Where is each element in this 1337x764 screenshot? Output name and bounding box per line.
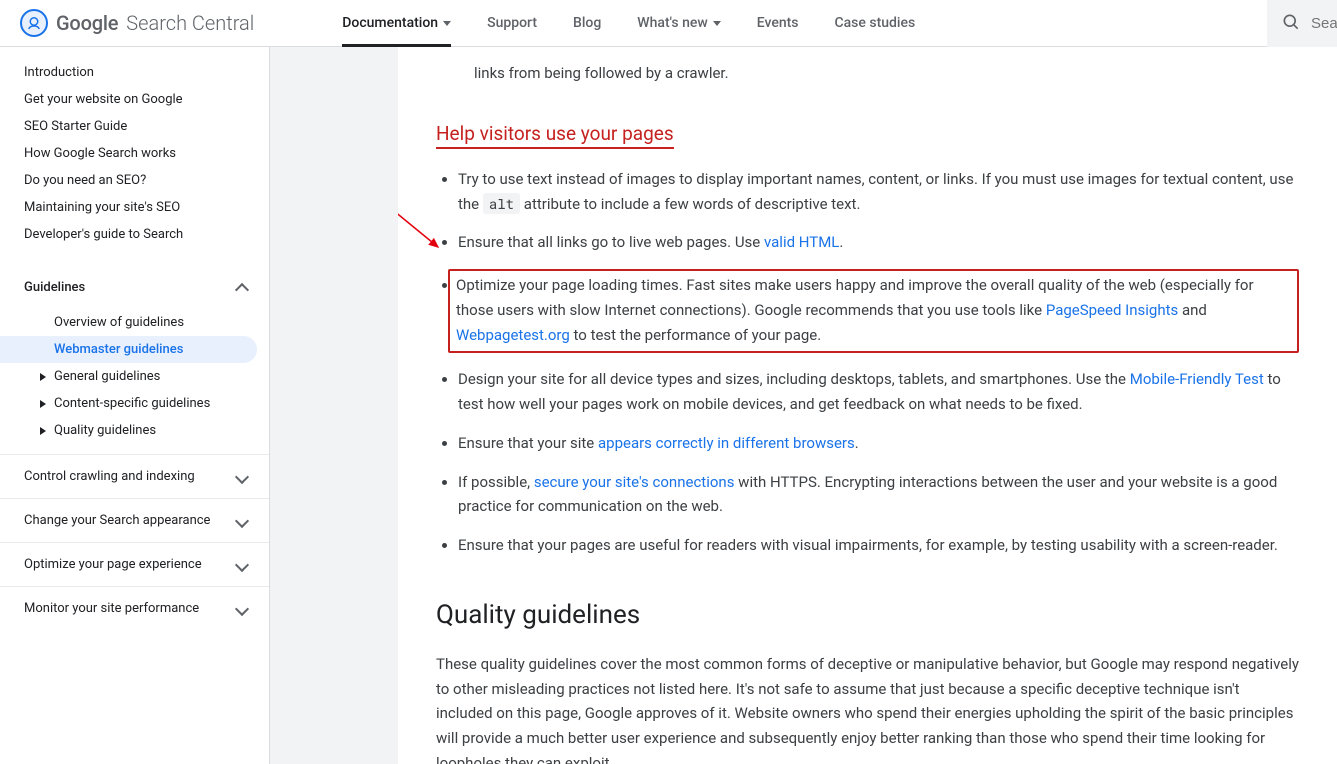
- app-header: Google Search Central Documentation Suppo…: [0, 0, 1337, 47]
- link-pagespeed-insights[interactable]: PageSpeed Insights: [1046, 301, 1178, 319]
- help-list: Try to use text instead of images to dis…: [436, 167, 1299, 558]
- link-mobile-friendly-test[interactable]: Mobile-Friendly Test: [1130, 370, 1264, 388]
- sidebar-item-label: Content-specific guidelines: [54, 396, 210, 411]
- sidebar-group-optimize-your-page-experience[interactable]: Optimize your page experience: [0, 542, 269, 586]
- sidebar-item-overview-of-guidelines[interactable]: Overview of guidelines: [0, 309, 269, 336]
- link-secure-connections[interactable]: secure your site's connections: [534, 473, 735, 491]
- sidebar: IntroductionGet your website on GoogleSE…: [0, 47, 270, 764]
- chevron-down-icon: [235, 601, 249, 615]
- sidebar-item-webmaster-guidelines[interactable]: Webmaster guidelines: [0, 336, 257, 363]
- list-item: Design your site for all device types an…: [458, 367, 1299, 417]
- logo-text-google: Google: [56, 11, 118, 35]
- logo[interactable]: Google Search Central: [20, 9, 254, 37]
- highlight-box: Optimize your page loading times. Fast s…: [448, 269, 1299, 353]
- sidebar-item-quality-guidelines[interactable]: Quality guidelines: [0, 417, 269, 444]
- sidebar-group-label: Monitor your site performance: [24, 601, 199, 616]
- sidebar-link-introduction[interactable]: Introduction: [0, 59, 269, 86]
- list-item-highlighted: Optimize your page loading times. Fast s…: [458, 269, 1299, 353]
- topnav-item-documentation[interactable]: Documentation: [324, 0, 469, 46]
- triangle-right-icon: [40, 400, 46, 408]
- search-box[interactable]: [1267, 0, 1337, 47]
- sidebar-link-do-you-need-an-seo-[interactable]: Do you need an SEO?: [0, 167, 269, 194]
- chevron-up-icon: [235, 282, 249, 296]
- gutter: [270, 47, 398, 764]
- list-item: Try to use text instead of images to dis…: [458, 167, 1299, 217]
- triangle-right-icon: [40, 373, 46, 381]
- sidebar-group-monitor-your-site-performance[interactable]: Monitor your site performance: [0, 586, 269, 630]
- sidebar-item-label: Quality guidelines: [54, 423, 156, 438]
- main-content: links from being followed by a crawler. …: [398, 47, 1337, 764]
- link-browsers[interactable]: appears correctly in different browsers: [598, 434, 855, 452]
- quality-paragraph: These quality guidelines cover the most …: [436, 652, 1299, 764]
- sidebar-group-label: Guidelines: [24, 280, 85, 295]
- chevron-down-icon: [235, 513, 249, 527]
- sidebar-item-label: General guidelines: [54, 369, 160, 384]
- topnav-label: Case studies: [835, 15, 916, 31]
- help-heading: Help visitors use your pages: [436, 122, 674, 149]
- sidebar-group-control-crawling-and-indexing[interactable]: Control crawling and indexing: [0, 454, 269, 498]
- search-icon: [1281, 12, 1301, 36]
- topnav-item-support[interactable]: Support: [469, 0, 555, 46]
- code-alt: alt: [483, 193, 520, 214]
- topnav-label: Blog: [573, 15, 601, 31]
- sidebar-group-label: Optimize your page experience: [24, 557, 202, 572]
- topnav-label: Events: [757, 15, 799, 31]
- sidebar-item-label: Overview of guidelines: [54, 315, 184, 330]
- sidebar-link-get-your-website-on-google[interactable]: Get your website on Google: [0, 86, 269, 113]
- intro-fragment: links from being followed by a crawler.: [474, 61, 1299, 86]
- sidebar-link-seo-starter-guide[interactable]: SEO Starter Guide: [0, 113, 269, 140]
- search-input[interactable]: [1311, 15, 1337, 32]
- topnav-label: Support: [487, 15, 537, 31]
- sidebar-link-maintaining-your-site-s-seo[interactable]: Maintaining your site's SEO: [0, 194, 269, 221]
- topnav-item-what-s-new[interactable]: What's new: [619, 0, 738, 46]
- link-webpagetest[interactable]: Webpagetest.org: [456, 326, 570, 344]
- sidebar-group-change-your-search-appearance[interactable]: Change your Search appearance: [0, 498, 269, 542]
- logo-icon: [20, 9, 48, 37]
- sidebar-group-guidelines[interactable]: Guidelines: [0, 262, 269, 309]
- topnav-label: Documentation: [342, 15, 438, 31]
- quality-heading: Quality guidelines: [436, 600, 1299, 630]
- topnav-label: What's new: [637, 15, 707, 31]
- sidebar-link-how-google-search-works[interactable]: How Google Search works: [0, 140, 269, 167]
- top-nav: Documentation Support Blog What's new Events…: [324, 0, 933, 46]
- sidebar-item-content-specific-guidelines[interactable]: Content-specific guidelines: [0, 390, 269, 417]
- list-item: Ensure that all links go to live web pag…: [458, 230, 1299, 255]
- triangle-right-icon: [40, 427, 46, 435]
- sidebar-item-general-guidelines[interactable]: General guidelines: [0, 363, 269, 390]
- caret-down-icon: [443, 21, 451, 26]
- caret-down-icon: [713, 21, 721, 26]
- list-item: Ensure that your site appears correctly …: [458, 431, 1299, 456]
- chevron-down-icon: [235, 469, 249, 483]
- sidebar-group-label: Control crawling and indexing: [24, 469, 195, 484]
- list-item: Ensure that your pages are useful for re…: [458, 533, 1299, 558]
- topnav-item-case-studies[interactable]: Case studies: [817, 0, 934, 46]
- list-item: If possible, secure your site's connecti…: [458, 470, 1299, 520]
- topnav-item-blog[interactable]: Blog: [555, 0, 619, 46]
- logo-text-rest: Search Central: [126, 11, 254, 35]
- sidebar-link-developer-s-guide-to-search[interactable]: Developer's guide to Search: [0, 221, 269, 248]
- sidebar-item-label: Webmaster guidelines: [54, 342, 183, 357]
- sidebar-group-label: Change your Search appearance: [24, 513, 210, 528]
- topnav-item-events[interactable]: Events: [739, 0, 817, 46]
- chevron-down-icon: [235, 557, 249, 571]
- link-valid-html[interactable]: valid HTML: [764, 233, 839, 251]
